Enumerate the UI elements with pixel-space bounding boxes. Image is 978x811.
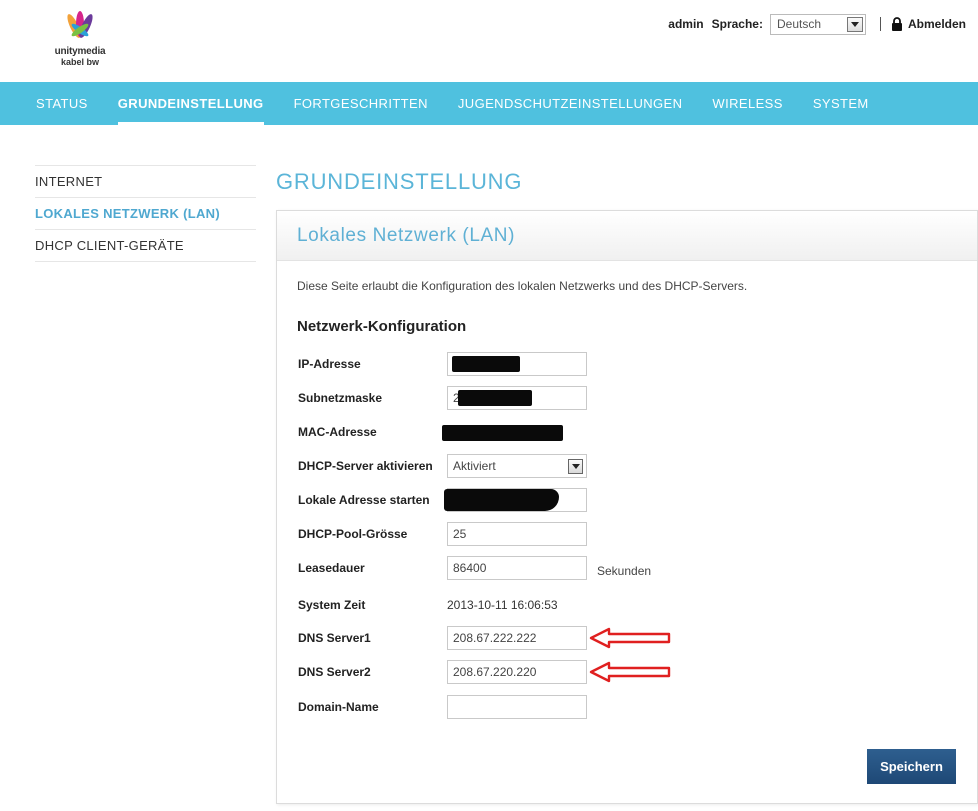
divider — [879, 17, 881, 31]
header: unitymedia kabel bw admin Sprache: Deuts… — [0, 0, 978, 82]
row-dhcp-enable: DHCP-Server aktivieren Aktiviert — [297, 454, 957, 478]
row-dhcp-pool: DHCP-Pool-Grösse 25 — [297, 522, 957, 546]
dns2-label: DNS Server2 — [298, 665, 371, 679]
lease-time-unit: Sekunden — [597, 564, 652, 578]
arrow-left-icon — [589, 627, 671, 649]
domain-name-input[interactable] — [447, 695, 587, 719]
top-user-bar: admin Sprache: Deutsch Abmelden — [668, 13, 966, 35]
redaction — [458, 390, 532, 406]
panel-description: Diese Seite erlaubt die Konfiguration de… — [297, 279, 748, 293]
row-lease-time: Leasedauer 86400 Sekunden — [297, 556, 957, 580]
chevron-down-icon[interactable] — [846, 16, 863, 32]
language-select-value: Deutsch — [776, 17, 822, 31]
start-address-input[interactable] — [444, 488, 587, 512]
panel-header: Lokales Netzwerk (LAN) — [277, 211, 977, 261]
sidebar-item-dhcp-clients[interactable]: DHCP CLIENT-GERÄTE — [35, 230, 256, 262]
dhcp-enable-value: Aktiviert — [453, 459, 496, 473]
dns1-input[interactable]: 208.67.222.222 — [447, 626, 587, 650]
row-mac-address: MAC-Adresse — [297, 420, 957, 444]
username: admin — [668, 17, 704, 31]
brand-name: unitymedia — [54, 46, 106, 57]
row-subnet-mask: Subnetzmaske 2 — [297, 386, 957, 410]
sidebar-item-lan[interactable]: LOKALES NETZWERK (LAN) — [35, 198, 256, 230]
language-select[interactable]: Deutsch — [769, 13, 866, 35]
mac-address-label: MAC-Adresse — [298, 425, 377, 439]
brand-subname: kabel bw — [60, 57, 99, 67]
nav-tab-system[interactable]: SYSTEM — [798, 82, 884, 125]
row-start-address: Lokale Adresse starten — [297, 488, 957, 512]
dns1-label: DNS Server1 — [298, 631, 371, 645]
chevron-down-icon[interactable] — [568, 459, 583, 474]
lan-settings-panel: Lokales Netzwerk (LAN) Diese Seite erlau… — [276, 210, 978, 804]
logout-link[interactable]: Abmelden — [908, 17, 966, 31]
ip-address-input[interactable] — [447, 352, 587, 376]
redaction — [452, 356, 520, 372]
system-time-label: System Zeit — [298, 598, 366, 612]
lease-time-input[interactable]: 86400 — [447, 556, 587, 580]
redaction — [444, 489, 559, 511]
nav-tab-jugendschutz[interactable]: JUGENDSCHUTZEINSTELLUNGEN — [443, 82, 698, 125]
nav-tab-wireless[interactable]: WIRELESS — [697, 82, 797, 125]
dhcp-enable-select[interactable]: Aktiviert — [447, 454, 587, 478]
subnet-mask-input[interactable]: 2 — [447, 386, 587, 410]
sidebar-item-internet[interactable]: INTERNET — [35, 166, 256, 198]
section-title: Netzwerk-Konfiguration — [297, 318, 467, 335]
row-domain-name: Domain-Name — [297, 695, 957, 719]
lease-time-label: Leasedauer — [298, 561, 365, 575]
language-label: Sprache: — [711, 17, 763, 31]
ip-address-label: IP-Adresse — [298, 357, 361, 371]
arrow-left-icon — [589, 661, 671, 683]
redaction — [442, 425, 563, 441]
dhcp-pool-label: DHCP-Pool-Grösse — [298, 527, 408, 541]
main-nav: STATUS GRUNDEINSTELLUNG FORTGESCHRITTEN … — [0, 82, 978, 125]
save-button[interactable]: Speichern — [867, 749, 956, 784]
start-address-label: Lokale Adresse starten — [298, 493, 430, 507]
nav-tab-status[interactable]: STATUS — [21, 82, 103, 125]
domain-name-label: Domain-Name — [298, 700, 379, 714]
nav-tab-fortgeschritten[interactable]: FORTGESCHRITTEN — [279, 82, 443, 125]
row-system-time: System Zeit 2013-10-11 16:06:53 — [297, 593, 957, 617]
lock-icon — [891, 17, 902, 31]
unitymedia-logo[interactable]: unitymedia kabel bw — [50, 10, 110, 74]
system-time-value: 2013-10-11 16:06:53 — [447, 598, 558, 612]
dns2-input[interactable]: 208.67.220.220 — [447, 660, 587, 684]
sidebar: INTERNET LOKALES NETZWERK (LAN) DHCP CLI… — [35, 165, 256, 262]
page-title: GRUNDEINSTELLUNG — [276, 169, 523, 194]
nav-tab-grundeinstellung[interactable]: GRUNDEINSTELLUNG — [103, 82, 279, 125]
subnet-mask-label: Subnetzmaske — [298, 391, 383, 405]
logo-flower-icon — [67, 11, 93, 38]
panel-title: Lokales Netzwerk (LAN) — [297, 224, 516, 246]
row-ip-address: IP-Adresse — [297, 352, 957, 376]
dhcp-enable-label: DHCP-Server aktivieren — [298, 459, 433, 473]
dhcp-pool-input[interactable]: 25 — [447, 522, 587, 546]
